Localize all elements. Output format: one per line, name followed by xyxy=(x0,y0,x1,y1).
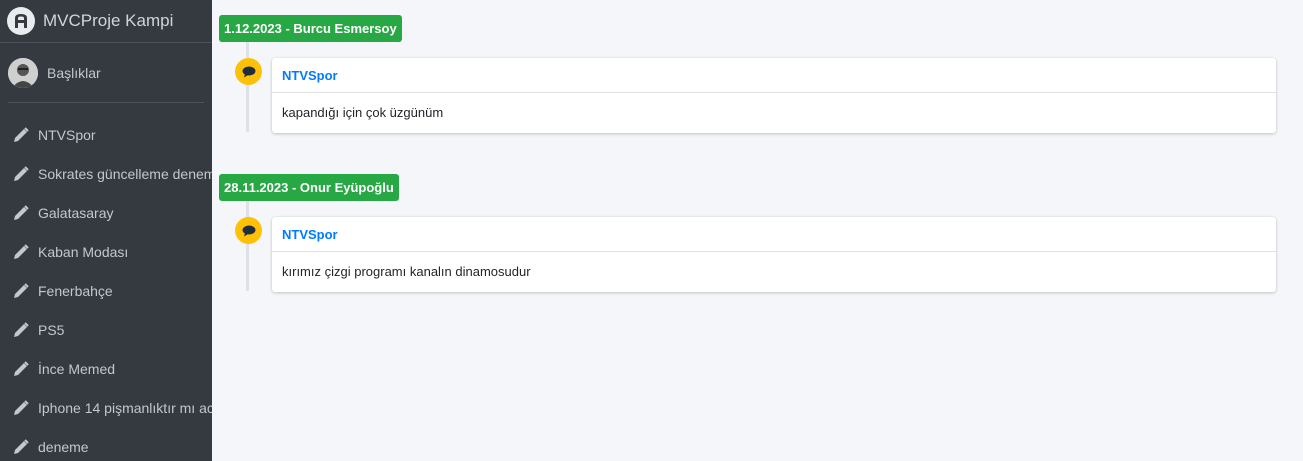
sidebar-item-label: Sokrates güncelleme deneme xyxy=(38,165,212,182)
sidebar-item-ntvspor[interactable]: NTVSpor xyxy=(0,115,212,154)
main-content: 1.12.2023 - Burcu Esmersoy NTVSpor kapan… xyxy=(212,0,1303,461)
sidebar-item-label: Fenerbahçe xyxy=(38,282,113,299)
pencil-icon xyxy=(12,243,30,261)
brand-title: MVCProje Kampi xyxy=(43,11,174,30)
timeline-item: NTVSpor kapandığı için çok üzgünüm xyxy=(272,58,1276,133)
sidebar-item-kaban-modasi[interactable]: Kaban Modası xyxy=(0,232,212,271)
sidebar: MVCProje Kampi Başlıklar NTVSpor Sokrate… xyxy=(0,0,212,461)
pencil-icon xyxy=(12,360,30,378)
sidebar-item-label: İnce Memed xyxy=(38,360,116,377)
timeline-item-body: kırımız çizgi programı kanalın dinamosud… xyxy=(282,264,531,279)
timeline-item: NTVSpor kırımız çizgi programı kanalın d… xyxy=(272,217,1276,292)
timeline-item-title-link[interactable]: NTVSpor xyxy=(282,68,338,83)
user-panel[interactable]: Başlıklar xyxy=(8,43,204,103)
user-panel-name: Başlıklar xyxy=(47,64,101,81)
sidebar-item-ps5[interactable]: PS5 xyxy=(0,310,212,349)
sidebar-item-deneme[interactable]: deneme xyxy=(0,427,212,461)
pencil-icon xyxy=(12,126,30,144)
comment-icon xyxy=(235,217,262,244)
pencil-icon xyxy=(12,399,30,417)
sidebar-item-iphone-14[interactable]: Iphone 14 pişmanlıktır mı acaba xyxy=(0,388,212,427)
timeline-date-label: 28.11.2023 - Onur Eyüpoğlu xyxy=(219,174,399,201)
pencil-icon xyxy=(12,165,30,183)
pencil-icon xyxy=(12,204,30,222)
avatar xyxy=(8,57,38,88)
brand-link[interactable]: MVCProje Kampi xyxy=(0,0,212,43)
comment-icon xyxy=(235,58,262,85)
sidebar-nav: NTVSpor Sokrates güncelleme deneme Galat… xyxy=(0,103,212,461)
sidebar-item-label: PS5 xyxy=(38,321,65,338)
brand-logo-icon xyxy=(7,7,35,35)
timeline-item-header: NTVSpor xyxy=(272,58,1276,93)
sidebar-item-galatasaray[interactable]: Galatasaray xyxy=(0,193,212,232)
sidebar-item-fenerbahce[interactable]: Fenerbahçe xyxy=(0,271,212,310)
sidebar-item-label: deneme xyxy=(38,438,89,455)
pencil-icon xyxy=(12,321,30,339)
timeline-item-title-link[interactable]: NTVSpor xyxy=(282,227,338,242)
timeline-date-label: 1.12.2023 - Burcu Esmersoy xyxy=(219,15,402,42)
sidebar-item-ince-memed[interactable]: İnce Memed xyxy=(0,349,212,388)
sidebar-item-label: Galatasaray xyxy=(38,204,114,221)
timeline-item-body: kapandığı için çok üzgünüm xyxy=(282,105,444,120)
sidebar-item-label: Kaban Modası xyxy=(38,243,129,260)
pencil-icon xyxy=(12,282,30,300)
sidebar-item-sokrates[interactable]: Sokrates güncelleme deneme xyxy=(0,154,212,193)
sidebar-item-label: Iphone 14 pişmanlıktır mı acaba xyxy=(38,399,212,416)
sidebar-item-label: NTVSpor xyxy=(38,126,96,143)
timeline-item-header: NTVSpor xyxy=(272,217,1276,252)
pencil-icon xyxy=(12,438,30,456)
